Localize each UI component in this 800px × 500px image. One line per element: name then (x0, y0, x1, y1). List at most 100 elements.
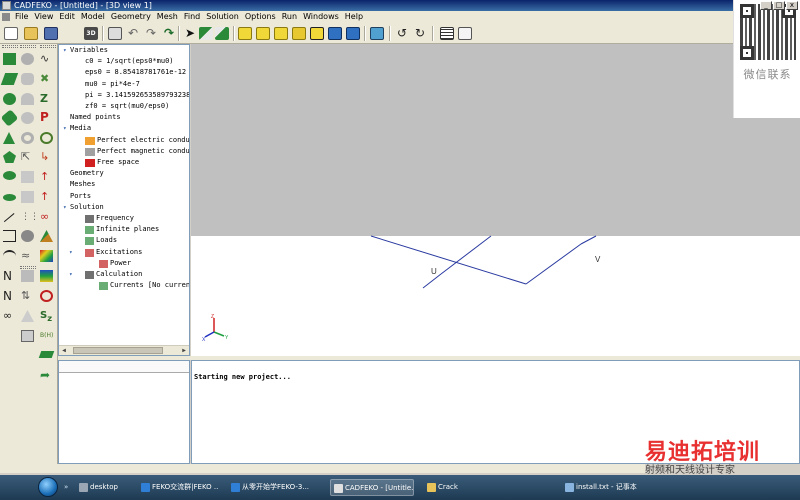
pyramid-icon[interactable] (40, 230, 53, 242)
scroll-right-icon[interactable]: ▶ (180, 347, 188, 355)
sphere-gray-icon[interactable] (21, 53, 34, 65)
tree-horizontal-scrollbar[interactable]: ◀ ▶ (59, 345, 189, 355)
n-curve-icon[interactable]: N (3, 270, 16, 282)
n-spline-icon[interactable]: N (3, 290, 16, 302)
document-icon[interactable] (108, 27, 122, 40)
taskbar-item[interactable]: 从零开始学FEKO-3... (228, 479, 322, 496)
axis-icon[interactable]: ↳ (40, 151, 53, 163)
3d-view-icon[interactable]: 3D (84, 27, 98, 40)
union-icon[interactable] (21, 310, 34, 322)
menu-find[interactable]: Find (182, 11, 204, 23)
approx-icon[interactable]: ≈ (21, 250, 34, 262)
open-folder-icon[interactable] (24, 27, 38, 40)
cuboid-icon[interactable] (3, 53, 16, 65)
taskbar-item[interactable]: CADFEKO - [Untitle... (330, 479, 414, 496)
rotate-left-icon[interactable]: ↺ (395, 27, 409, 40)
script-icon[interactable] (458, 27, 472, 40)
menu-view[interactable]: View (32, 11, 57, 23)
sz-icon[interactable]: Sz (40, 310, 53, 323)
grid-settings-icon[interactable] (440, 27, 454, 40)
cube-zoom-icon[interactable] (328, 27, 342, 40)
menu-solution[interactable]: Solution (204, 11, 243, 23)
rotate-right-icon[interactable]: ↻ (413, 27, 427, 40)
palette-grip[interactable] (40, 45, 56, 48)
cylinder-gray-icon[interactable] (21, 73, 34, 85)
close-button[interactable]: x (786, 1, 798, 10)
plane-green-icon[interactable] (38, 351, 55, 358)
run-icon[interactable]: ↷ (162, 27, 176, 40)
disk-icon[interactable] (3, 194, 16, 201)
undo-icon[interactable]: ↶ (126, 27, 140, 40)
p-icon[interactable]: P (40, 111, 53, 123)
menu-geometry[interactable]: Geometry (109, 11, 155, 23)
cube-rotate-icon[interactable] (346, 27, 360, 40)
document-menu-icon[interactable] (2, 13, 10, 21)
arrow-up-icon[interactable]: ↑ (40, 191, 53, 203)
menu-mesh[interactable]: Mesh (155, 11, 182, 23)
save-icon[interactable] (44, 27, 58, 40)
cube-top-icon[interactable] (292, 27, 306, 40)
select-arrow-icon[interactable]: ➤ (183, 27, 197, 40)
polygon-icon[interactable] (3, 151, 16, 163)
menu-help[interactable]: Help (343, 11, 367, 23)
menu-file[interactable]: File (13, 11, 32, 23)
ellipse-icon[interactable] (3, 171, 16, 180)
arc-icon[interactable] (3, 250, 16, 262)
select-box-icon[interactable] (199, 27, 213, 40)
mesh-icon[interactable] (21, 270, 34, 282)
redo-icon[interactable]: ↷ (144, 27, 158, 40)
cube-front-icon[interactable] (256, 27, 270, 40)
taskbar-item[interactable]: Crack (424, 479, 536, 496)
line-icon[interactable] (3, 213, 16, 223)
helix-icon[interactable]: ∞ (3, 310, 16, 322)
cylinder-icon[interactable] (0, 109, 19, 127)
menu-options[interactable]: Options (243, 11, 280, 23)
map-icon[interactable] (40, 270, 53, 282)
cone-icon[interactable] (3, 132, 15, 144)
collapse-icon[interactable]: ▾ (63, 204, 68, 210)
menu-model[interactable]: Model (79, 11, 109, 23)
sphere-icon[interactable] (3, 93, 16, 105)
wave-icon[interactable]: ∿ (40, 53, 53, 65)
expand-icon[interactable]: ▾ (69, 249, 74, 255)
collapse-icon[interactable]: ▾ (63, 126, 68, 132)
new-file-icon[interactable] (4, 27, 18, 40)
split-icon[interactable]: ⇅ (21, 290, 34, 302)
reset-view-icon[interactable] (370, 27, 384, 40)
minimize-button[interactable]: _ (760, 1, 772, 10)
maximize-button[interactable]: □ (773, 1, 785, 10)
palette-grip[interactable] (20, 45, 36, 48)
title-bar[interactable]: CADFEKO - [Untitled] - [3D view 1] (0, 0, 800, 11)
cube-icon[interactable] (238, 27, 252, 40)
cube-iso-icon[interactable] (310, 27, 324, 40)
start-button[interactable] (38, 477, 58, 497)
array-icon[interactable]: ⋮⋮ (21, 211, 39, 223)
taskbar-item[interactable]: FEKO交流群|FEKO ... (138, 479, 218, 496)
dot-icon[interactable] (21, 230, 34, 242)
3d-view[interactable]: U V Z Y X (191, 44, 800, 356)
torus-gray-icon[interactable] (21, 132, 34, 144)
quick-launch-chevron-icon[interactable]: » (64, 479, 68, 496)
palette-grip[interactable] (2, 45, 18, 48)
taskbar-item[interactable]: install.txt - 记事本 (562, 479, 648, 496)
arrow-up-red-icon[interactable]: ↑ (40, 171, 53, 183)
ellipse-gray-icon[interactable] (21, 112, 34, 124)
check-arrow-icon[interactable]: ➦ (40, 369, 53, 381)
polyline-icon[interactable] (3, 230, 16, 242)
mirror-icon[interactable] (21, 171, 34, 183)
taskbar-item[interactable]: desktop (76, 479, 126, 496)
menu-edit[interactable]: Edit (57, 11, 79, 23)
flat-plate-icon[interactable] (0, 73, 19, 85)
scale-icon[interactable] (21, 330, 34, 342)
half-sphere-icon[interactable] (21, 93, 34, 105)
z-icon[interactable]: Z (40, 93, 53, 105)
cube-side-icon[interactable] (274, 27, 288, 40)
probe-icon[interactable]: B(H) (40, 330, 53, 342)
scroll-thumb[interactable] (73, 347, 163, 354)
palette-grip[interactable] (20, 266, 36, 269)
pick-icon[interactable] (215, 27, 229, 40)
cross-icon[interactable]: ✖ (40, 73, 53, 85)
menu-windows[interactable]: Windows (301, 11, 343, 23)
collapse-icon[interactable]: ▾ (63, 48, 68, 54)
source-icon[interactable] (40, 132, 53, 144)
